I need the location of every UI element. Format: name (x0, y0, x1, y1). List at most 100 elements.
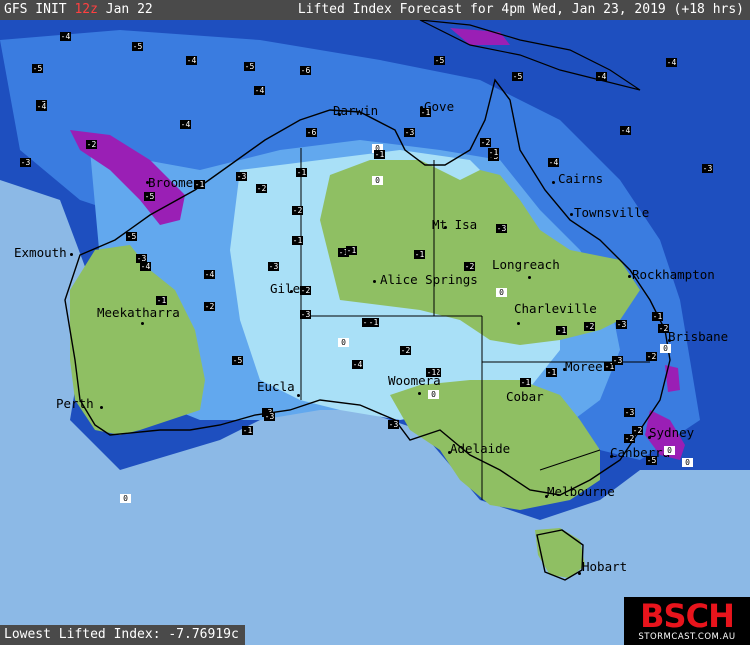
city-label-meekatharra: Meekatharra (97, 305, 180, 320)
contour-label: -1 (546, 368, 557, 377)
city-marker-townsville (570, 213, 573, 216)
contour-label: -1 (346, 246, 357, 255)
contour-label: -4 (620, 126, 631, 135)
logo-brand: BSCH (640, 597, 735, 635)
contour-label: -4 (186, 56, 197, 65)
contour-label: 0 (496, 288, 507, 297)
city-label-hobart: Hobart (582, 559, 628, 574)
contour-label: -2 (300, 286, 311, 295)
contour-label: -1 (652, 312, 663, 321)
city-label-melbourne: Melbourne (547, 484, 615, 499)
city-label-mtisa: Mt Isa (432, 217, 478, 232)
contour-label: -3 (300, 310, 311, 319)
city-label-eucla: Eucla (257, 379, 295, 394)
city-label-perth: Perth (56, 396, 94, 411)
model-info: GFS INIT 12z Jan 22 (4, 0, 153, 20)
contour-label: -4 (36, 102, 47, 111)
contour-label: -1 (368, 318, 379, 327)
contour-label: -3 (20, 158, 31, 167)
city-label-moree: Moree (565, 359, 603, 374)
contour-label: -3 (496, 224, 507, 233)
city-marker-meekatharra (141, 322, 144, 325)
contour-label: -2 (256, 184, 267, 193)
contour-label: -5 (32, 64, 43, 73)
contour-label: -1 (374, 150, 385, 159)
city-label-canberra: Canberra (610, 445, 671, 460)
city-label-broome: Broome (148, 175, 194, 190)
contour-label: 0 (120, 494, 131, 503)
contour-label: -3 (268, 262, 279, 271)
contour-label: 0 (372, 176, 383, 185)
contour-label: -6 (300, 66, 311, 75)
contour-label: 0 (664, 446, 675, 455)
contour-label: -1 (292, 236, 303, 245)
contour-label: -2 (658, 324, 669, 333)
city-marker-charleville (517, 322, 520, 325)
city-marker-darwin (338, 113, 341, 116)
city-marker-sydney (648, 436, 651, 439)
city-label-brisbane: Brisbane (668, 329, 729, 344)
city-marker-melbourne (545, 495, 548, 498)
contour-label: -1 (194, 180, 205, 189)
contour-label: -3 (612, 356, 623, 365)
city-marker-cairns (552, 181, 555, 184)
contour-label: -2 (292, 206, 303, 215)
contour-label: -3 (388, 420, 399, 429)
contour-label: -4 (180, 120, 191, 129)
contour-label: -5 (132, 42, 143, 51)
init-date: Jan 22 (105, 2, 153, 17)
contour-label: -2 (464, 262, 475, 271)
contour-label: -3 (616, 320, 627, 329)
contour-label: -4 (204, 270, 215, 279)
contour-label: -4 (140, 262, 151, 271)
city-marker-perth (100, 406, 103, 409)
contour-label: -3 (702, 164, 713, 173)
contour-label: -5 (512, 72, 523, 81)
city-marker-adelaide (448, 451, 451, 454)
contour-label: -4 (596, 72, 607, 81)
city-label-cobar: Cobar (506, 389, 544, 404)
contour-label: 0 (428, 390, 439, 399)
forecast-title: Lifted Index Forecast for 4pm Wed, Jan 2… (297, 2, 744, 17)
contour-label: -1 (556, 326, 567, 335)
contour-label: -3 (236, 172, 247, 181)
city-label-alicesprings: Alice Springs (380, 272, 478, 287)
model-name: GFS INIT (4, 2, 67, 17)
city-label-townsville: Townsville (574, 205, 650, 220)
city-marker-giles (290, 290, 293, 293)
contour-label: -4 (548, 158, 559, 167)
contour-label: -3 (264, 412, 275, 421)
city-label-longreach: Longreach (492, 257, 560, 272)
contour-label: -4 (666, 58, 677, 67)
contour-label: -4 (352, 360, 363, 369)
contour-label: -5 (244, 62, 255, 71)
init-hour: 12z (74, 2, 98, 17)
contour-label: -2 (400, 346, 411, 355)
contour-label: -1 (426, 368, 437, 377)
map-viewer: Darwin Gove Broome Cairns Mt Isa Townsville Ex… (0, 0, 750, 645)
bsch-logo: BSCH STORMCAST.COM.AU (624, 597, 750, 645)
city-marker-hobart (578, 572, 581, 575)
contour-label: -2 (86, 140, 97, 149)
contour-label: -5 (434, 56, 445, 65)
contour-label: -5 (126, 232, 137, 241)
city-marker-eucla (297, 394, 300, 397)
contour-label: -2 (584, 322, 595, 331)
contour-label: -2 (624, 434, 635, 443)
city-marker-alicesprings (373, 280, 376, 283)
city-label-charleville: Charleville (514, 301, 597, 316)
contour-label: 0 (338, 338, 349, 347)
contour-label: -1 (156, 296, 167, 305)
city-marker-rockhampton (628, 275, 631, 278)
city-label-exmouth: Exmouth (14, 245, 67, 260)
city-label-cairns: Cairns (558, 171, 604, 186)
contour-label: -2 (480, 138, 491, 147)
contour-label: 0 (682, 458, 693, 467)
contour-label: -1 (520, 378, 531, 387)
contour-label: -1 (488, 148, 499, 157)
footer-stat: Lowest Lifted Index: -7.76919c (0, 625, 245, 645)
city-marker-mtisa (444, 226, 447, 229)
city-marker-broome (146, 181, 149, 184)
header-bar: GFS INIT 12z Jan 22 Lifted Index Forecas… (0, 0, 750, 20)
contour-label: -5 (232, 356, 243, 365)
